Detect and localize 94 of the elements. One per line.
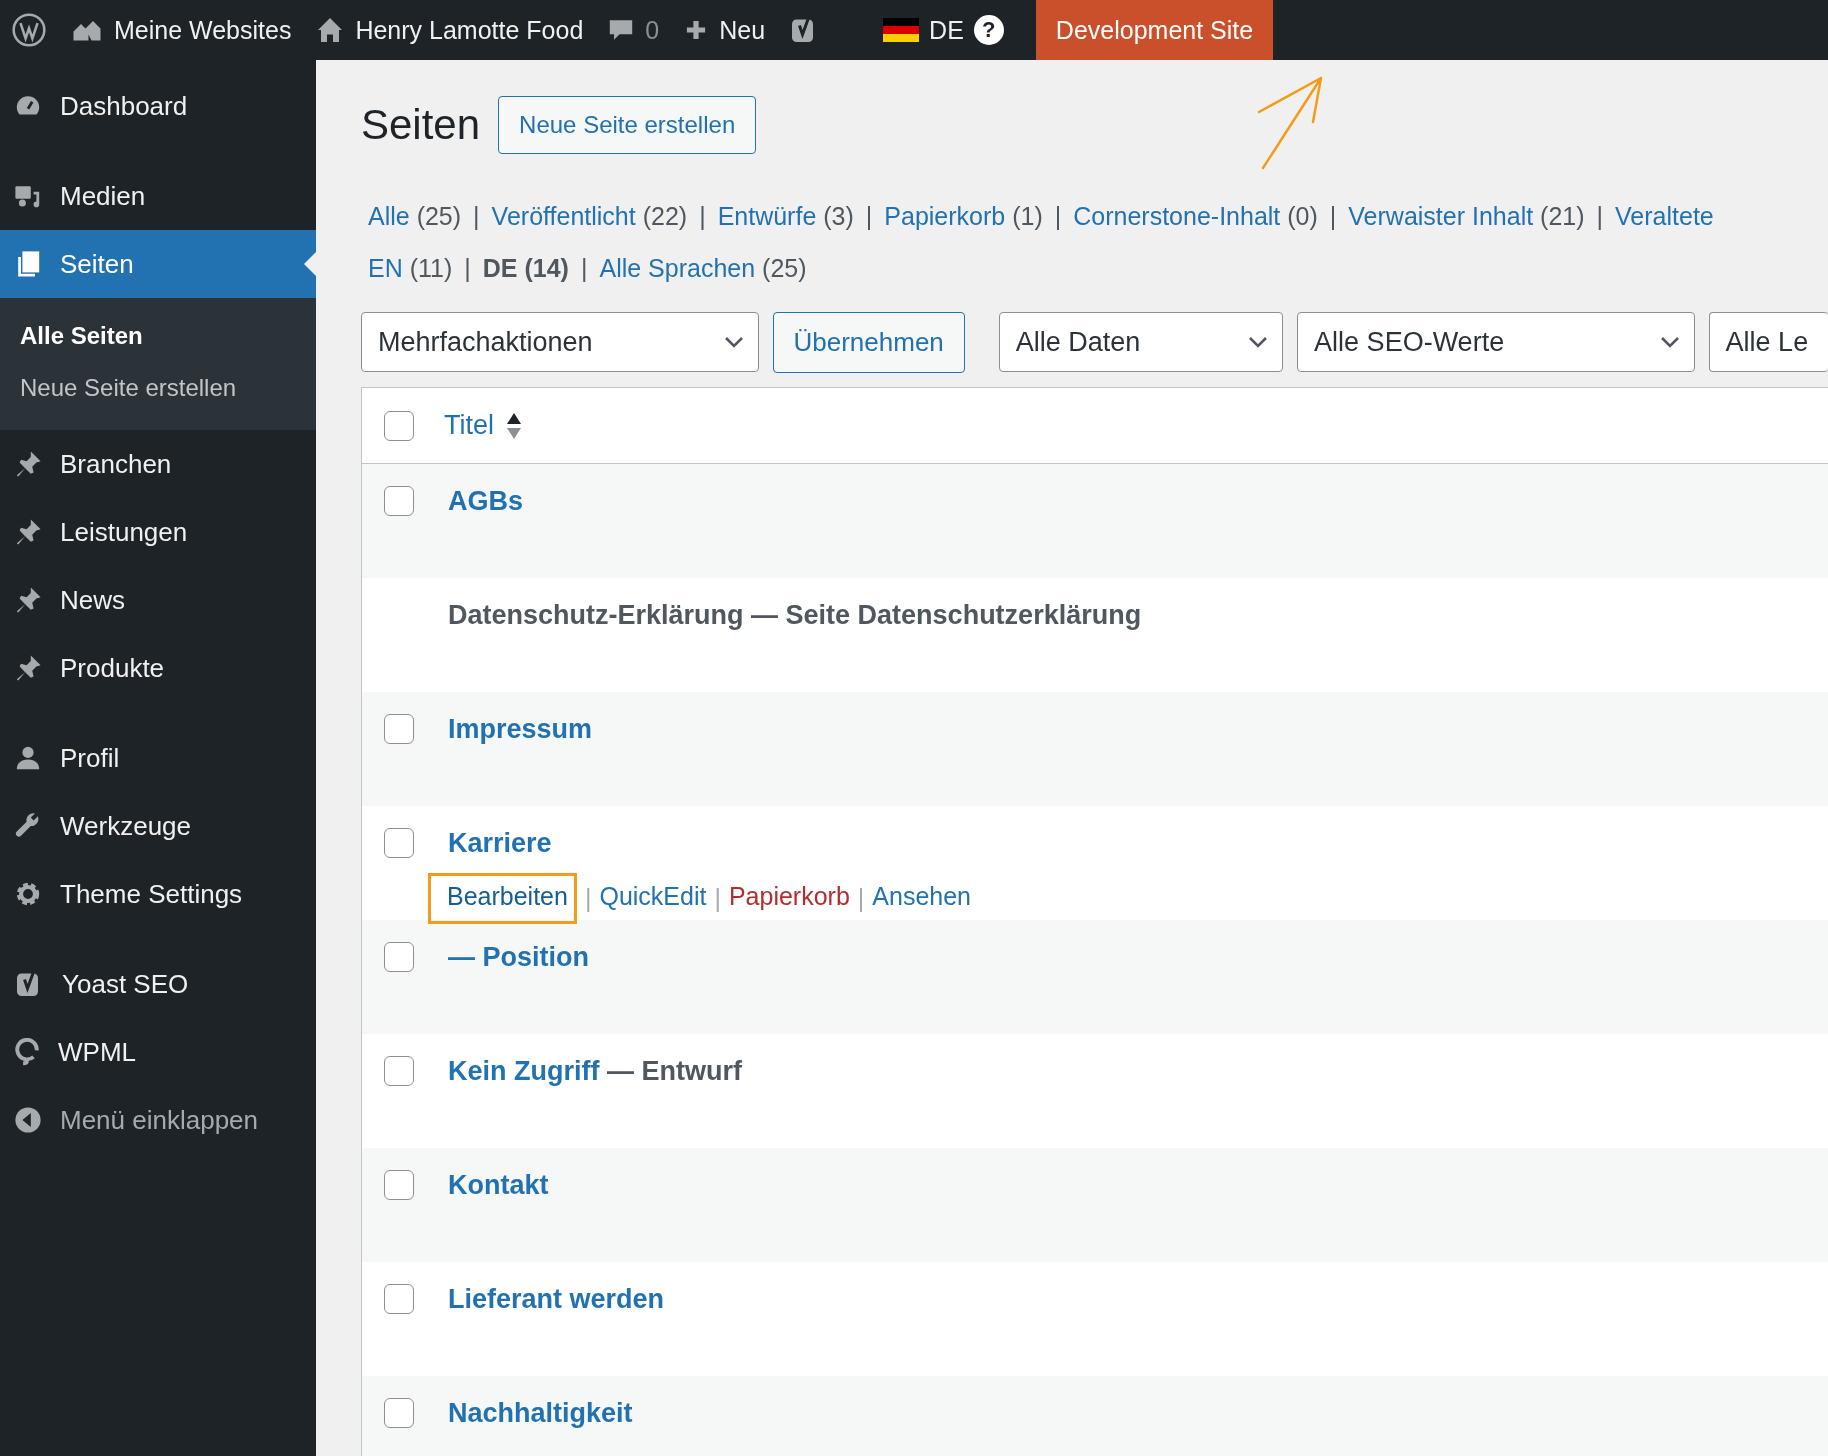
sidebar-item[interactable]: Profil bbox=[0, 724, 316, 792]
pin-icon bbox=[14, 450, 42, 478]
row-action-link[interactable]: Ansehen bbox=[872, 876, 972, 921]
separator: | bbox=[1596, 201, 1604, 231]
sidebar-item[interactable]: Seiten bbox=[0, 230, 316, 298]
page-title-link[interactable]: Kontakt bbox=[448, 1170, 549, 1201]
page-title-link[interactable]: Impressum bbox=[448, 714, 593, 745]
filter-dropdown[interactable]: Alle Le bbox=[1708, 312, 1828, 372]
column-header[interactable]: Titel bbox=[444, 410, 522, 441]
row-checkbox[interactable] bbox=[384, 1056, 414, 1086]
filter-count: (25) bbox=[416, 201, 462, 231]
sidebar-item[interactable]: Produkte bbox=[0, 634, 316, 702]
sidebar-item[interactable]: Dashboard bbox=[0, 72, 316, 140]
admin-bar-item[interactable]: 0 bbox=[645, 15, 660, 45]
sidebar-item[interactable]: News bbox=[0, 566, 316, 634]
filter-count: (21) bbox=[1540, 201, 1585, 231]
filter-count: (25) bbox=[762, 253, 807, 283]
submenu-item[interactable]: Alle Seiten bbox=[0, 310, 316, 362]
page-title-link[interactable]: AGBs bbox=[448, 486, 523, 517]
status-filter-link[interactable]: Veröffentlicht bbox=[491, 201, 636, 231]
separator: | bbox=[464, 253, 471, 283]
status-filter-link[interactable]: Verwaister Inhalt bbox=[1348, 201, 1534, 231]
status-filter-link[interactable]: Veraltete bbox=[1615, 201, 1714, 231]
sidebar-item[interactable]: Theme Settings bbox=[0, 860, 316, 928]
page-title-link[interactable]: — Position bbox=[448, 942, 589, 973]
status-filter-link[interactable]: Entwürfe bbox=[717, 201, 817, 231]
row-action-link[interactable]: QuickEdit bbox=[599, 876, 707, 921]
add-page-button[interactable]: Neue Seite erstellen bbox=[498, 96, 757, 154]
separator: | bbox=[714, 884, 721, 913]
row-checkbox[interactable] bbox=[384, 1398, 414, 1428]
row-action-link[interactable]: Bearbeiten bbox=[428, 873, 577, 924]
checkbox[interactable] bbox=[384, 410, 414, 441]
separator: | bbox=[857, 884, 865, 913]
separator: | bbox=[1329, 201, 1337, 231]
settings-icon bbox=[14, 880, 42, 908]
row-checkbox[interactable] bbox=[384, 1284, 414, 1314]
chevron-down-icon bbox=[723, 336, 744, 348]
separator: | bbox=[1054, 201, 1062, 231]
page-title-link[interactable]: Nachhaltigkeit bbox=[448, 1398, 633, 1429]
chevron-down-icon bbox=[1248, 336, 1269, 348]
sidebar-item[interactable]: Branchen bbox=[0, 430, 316, 498]
sidebar-item[interactable]: WPML bbox=[0, 1018, 316, 1086]
separator: | bbox=[473, 201, 480, 231]
collapse-icon bbox=[14, 1106, 42, 1134]
sidebar-item[interactable]: Werkzeuge bbox=[0, 792, 316, 860]
pin-icon bbox=[14, 586, 42, 614]
filter-count: (1) bbox=[1012, 201, 1043, 231]
bulk-actions-dropdown[interactable]: Mehrfachaktionen bbox=[361, 312, 759, 372]
sidebar-item[interactable]: Yoast SEO bbox=[0, 950, 316, 1018]
admin-bar-item[interactable]: Henry Lamotte Food bbox=[355, 15, 584, 45]
seo-filter-dropdown[interactable]: Alle SEO-Werte bbox=[1297, 312, 1695, 372]
language-filter-link[interactable]: EN bbox=[368, 253, 403, 283]
pin-icon bbox=[14, 654, 42, 682]
environment-badge[interactable]: Development Site bbox=[1035, 0, 1274, 60]
filter-count: (11) bbox=[409, 253, 453, 283]
row-checkbox[interactable] bbox=[384, 714, 414, 744]
sidebar-item[interactable]: Menü einklappen bbox=[0, 1086, 316, 1154]
filter-count: (3) bbox=[823, 201, 854, 231]
sidebar-item[interactable]: Medien bbox=[0, 162, 316, 230]
language-filter-link[interactable]: Alle Sprachen bbox=[599, 253, 756, 283]
row-checkbox[interactable] bbox=[384, 828, 414, 858]
page-title-link[interactable]: Karriere bbox=[448, 828, 972, 859]
separator: | bbox=[865, 201, 873, 231]
page-title: Seiten bbox=[361, 101, 481, 149]
apply-button[interactable]: Übernehmen bbox=[772, 312, 965, 373]
submenu-item[interactable]: Neue Seite erstellen bbox=[0, 362, 316, 414]
separator: | bbox=[699, 201, 706, 231]
status-filter-link[interactable]: Alle bbox=[368, 201, 410, 231]
sidebar-item[interactable]: Leistungen bbox=[0, 498, 316, 566]
pin-icon bbox=[14, 518, 42, 546]
separator: | bbox=[584, 884, 592, 913]
filter-count: (0) bbox=[1287, 201, 1318, 231]
wpml-icon bbox=[14, 1038, 40, 1066]
chevron-down-icon bbox=[1659, 336, 1680, 348]
admin-bar-item[interactable]: DE bbox=[929, 15, 964, 45]
page-title-link[interactable]: Lieferant werden bbox=[448, 1284, 665, 1315]
row-action-link[interactable]: Papierkorb bbox=[728, 876, 850, 921]
current-pointer bbox=[304, 252, 316, 276]
separator: | bbox=[580, 253, 588, 283]
row-checkbox[interactable] bbox=[384, 942, 414, 972]
language-filter-current[interactable]: DE (14) bbox=[482, 253, 569, 283]
help-icon[interactable]: ? bbox=[973, 15, 1004, 45]
page-title-link[interactable]: Kein Zugriff — Entwurf bbox=[448, 1056, 742, 1087]
row-checkbox[interactable] bbox=[384, 1170, 414, 1200]
admin-bar-item[interactable]: Meine Websites bbox=[114, 15, 292, 45]
status-filter-link[interactable]: Cornerstone-Inhalt bbox=[1073, 201, 1281, 231]
status-filter-link[interactable]: Papierkorb bbox=[884, 201, 1006, 231]
date-filter-dropdown[interactable]: Alle Daten bbox=[998, 312, 1284, 372]
row-checkbox[interactable] bbox=[384, 486, 414, 516]
wordpress-logo-icon bbox=[12, 13, 46, 47]
admin-bar-item[interactable]: Neu bbox=[719, 15, 766, 45]
filter-count: (22) bbox=[642, 201, 688, 231]
user-icon bbox=[14, 744, 42, 772]
german-flag-icon bbox=[883, 18, 920, 42]
